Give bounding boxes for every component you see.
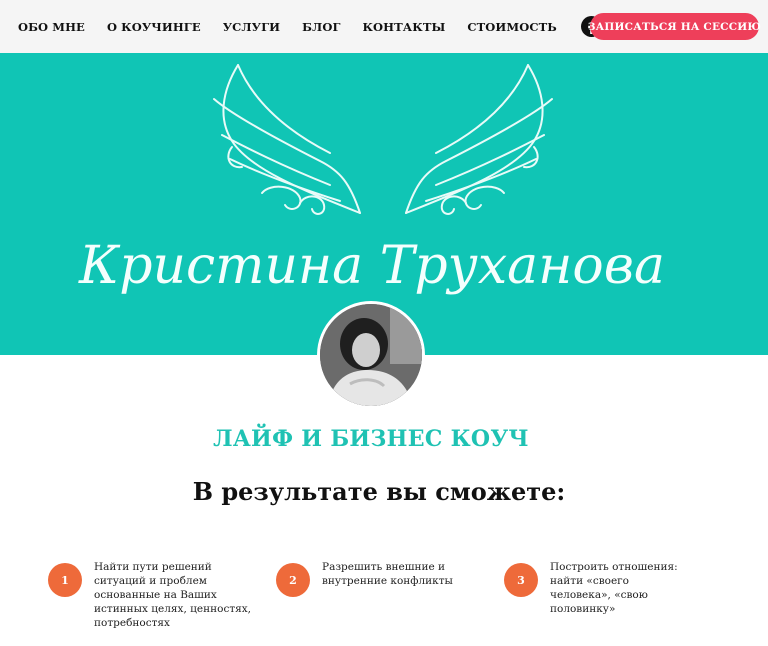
result-number-badge: 2 <box>276 563 310 597</box>
results-list: 1 Найти пути решений ситуаций и проблем … <box>0 560 768 630</box>
result-number-badge: 1 <box>48 563 82 597</box>
portrait-photo <box>320 304 422 406</box>
result-text: Построить отношения: найти «своего челов… <box>550 561 678 615</box>
nav-links: ОБО МНЕ О КОУЧИНГЕ УСЛУГИ БЛОГ КОНТАКТЫ … <box>18 20 579 34</box>
nav-link-services[interactable]: УСЛУГИ <box>223 20 280 34</box>
nav-link-pricing[interactable]: СТОИМОСТЬ <box>467 20 556 34</box>
nav-link-coaching[interactable]: О КОУЧИНГЕ <box>107 20 201 34</box>
result-number-badge: 3 <box>504 563 538 597</box>
results-heading: В результате вы сможете: <box>192 477 566 506</box>
book-session-button[interactable]: ЗАПИСАТЬСЯ НА СЕССИЮ <box>588 13 761 40</box>
result-item: 3 Построить отношения: найти «своего чел… <box>504 560 704 616</box>
result-item: 1 Найти пути решений ситуаций и проблем … <box>48 560 258 630</box>
nav-link-contacts[interactable]: КОНТАКТЫ <box>362 20 445 34</box>
role-subtitle: ЛАЙФ И БИЗНЕС КОУЧ <box>213 426 529 452</box>
avatar <box>317 301 425 409</box>
hero-name-script: Кристина Труханова <box>78 236 665 296</box>
result-text: Найти пути решений ситуаций и проблем ос… <box>94 561 252 629</box>
nav-link-about[interactable]: ОБО МНЕ <box>18 20 85 34</box>
nav-link-blog[interactable]: БЛОГ <box>302 20 340 34</box>
result-text: Разрешить внешние и внутренние конфликты <box>322 561 453 587</box>
top-navigation: ОБО МНЕ О КОУЧИНГЕ УСЛУГИ БЛОГ КОНТАКТЫ … <box>0 0 768 53</box>
result-item: 2 Разрешить внешние и внутренние конфлик… <box>276 560 486 597</box>
